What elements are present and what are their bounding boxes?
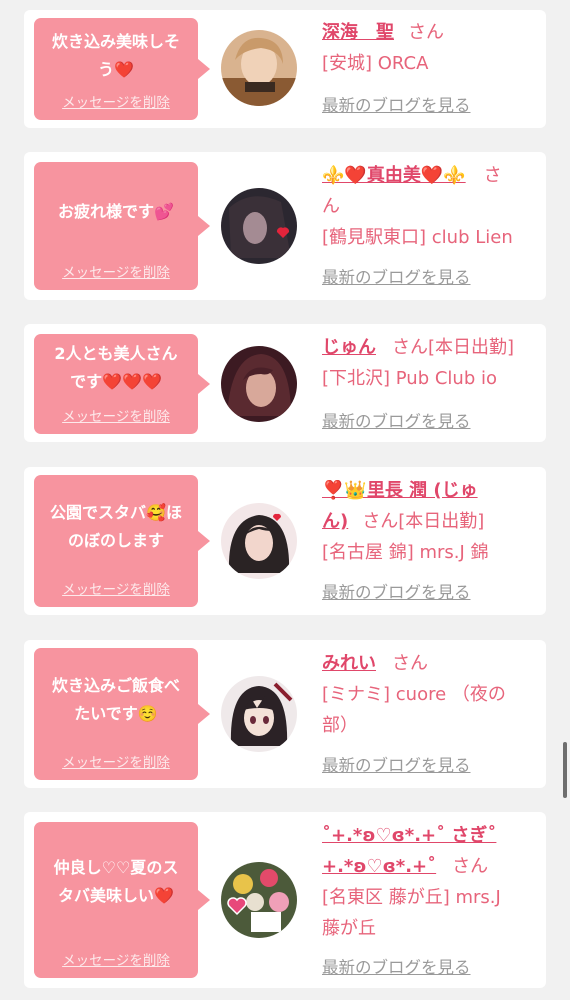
shop-line: [鶴見駅東口] club Lien bbox=[322, 227, 513, 248]
message-card: 2人とも美人さん です❤️❤️❤️ メッセージを削除 じゅん さん[本日出勤] [… bbox=[24, 324, 546, 442]
avatar-photo-icon bbox=[221, 188, 297, 264]
avatar[interactable] bbox=[221, 188, 297, 264]
avatar-photo-icon bbox=[221, 30, 297, 106]
cast-name-cont[interactable]: ん) bbox=[322, 511, 348, 532]
cast-info: じゅん さん[本日出勤] [下北沢] Pub Club io bbox=[322, 332, 537, 394]
message-text-line: タバ美味しい❤️ bbox=[58, 886, 174, 905]
shop-line-cont: 部） bbox=[322, 715, 358, 736]
message-text-line: 仲良し♡♡夏のス bbox=[53, 858, 179, 877]
avatar-photo-icon bbox=[221, 346, 297, 422]
message-text-line: 炊き込みご飯食べ bbox=[51, 676, 180, 695]
cast-name[interactable]: ❣️👑里長 潤 (じゅ bbox=[322, 480, 478, 501]
cast-info: ⚜️❤️真由美❤️⚜️ さ ん [鶴見駅東口] club Lien bbox=[322, 160, 537, 253]
message-text-line: お疲れ様です💕 bbox=[58, 202, 174, 221]
message-card: お疲れ様です💕 メッセージを削除 ⚜️❤️真由美❤️⚜️ さ ん [鶴見駅東口] … bbox=[24, 152, 546, 300]
avatar[interactable] bbox=[221, 346, 297, 422]
shop-line: [名東区 藤が丘] mrs.J bbox=[322, 887, 501, 908]
message-text-line: 公園でスタバ🥰ほ bbox=[50, 503, 182, 522]
message-text-line: う❤️ bbox=[98, 60, 134, 79]
honorific: さん bbox=[392, 653, 428, 674]
view-blog-link[interactable]: 最新のブログを見る bbox=[322, 264, 471, 288]
honorific: さん[本日出勤] bbox=[362, 511, 485, 532]
honorific: さん bbox=[408, 22, 444, 43]
message-card: 炊き込みご飯食べ たいです☺️ メッセージを削除 みれい さん [ミナミ] cuo… bbox=[24, 640, 546, 788]
cast-name[interactable]: みれい bbox=[322, 653, 376, 674]
avatar-flowers-icon bbox=[221, 862, 297, 938]
view-blog-link[interactable]: 最新のブログを見る bbox=[322, 752, 471, 776]
message-card: 炊き込み美味しそ う❤️ メッセージを削除 深海 聖さん [安城] ORCA 最… bbox=[24, 10, 546, 128]
shop-line: [安城] ORCA bbox=[322, 53, 429, 74]
message-text-line: 炊き込み美味しそ bbox=[51, 32, 180, 51]
cast-name[interactable]: ˚+.*ʚ♡ɞ*.+˚ さぎ˚ bbox=[322, 825, 496, 846]
message-card: 公園でスタバ🥰ほ のぼのします メッセージを削除 ❣️👑里長 潤 (じゅ ん) さ… bbox=[24, 467, 546, 615]
delete-message-link[interactable]: メッセージを削除 bbox=[34, 405, 198, 425]
cast-name[interactable]: 深海 聖 bbox=[322, 22, 394, 43]
message-bubble: 2人とも美人さん です❤️❤️❤️ メッセージを削除 bbox=[34, 334, 210, 434]
shop-line: [下北沢] Pub Club io bbox=[322, 368, 497, 389]
cast-info: みれい さん [ミナミ] cuore （夜の 部） bbox=[322, 648, 537, 741]
avatar[interactable] bbox=[221, 30, 297, 106]
message-text-line: です❤️❤️❤️ bbox=[70, 372, 162, 391]
avatar-photo-icon bbox=[221, 503, 297, 579]
avatar-anime-icon bbox=[221, 676, 297, 752]
shop-line-cont: 藤が丘 bbox=[322, 918, 376, 939]
message-text-line: たいです☺️ bbox=[74, 704, 158, 723]
message-bubble: 仲良し♡♡夏のス タバ美味しい❤️ メッセージを削除 bbox=[34, 822, 210, 978]
shop-line: [ミナミ] cuore （夜の bbox=[322, 684, 506, 705]
avatar[interactable] bbox=[221, 503, 297, 579]
delete-message-link[interactable]: メッセージを削除 bbox=[34, 261, 198, 281]
message-text-line: 2人とも美人さん bbox=[54, 344, 178, 363]
honorific: さん[本日出勤] bbox=[392, 337, 515, 358]
delete-message-link[interactable]: メッセージを削除 bbox=[34, 949, 198, 969]
scrollbar[interactable] bbox=[563, 742, 567, 798]
message-bubble: お疲れ様です💕 メッセージを削除 bbox=[34, 162, 210, 290]
cast-info: 深海 聖さん [安城] ORCA bbox=[322, 17, 537, 79]
message-bubble: 炊き込みご飯食べ たいです☺️ メッセージを削除 bbox=[34, 648, 210, 780]
cast-info: ˚+.*ʚ♡ɞ*.+˚ さぎ˚ +.*ʚ♡ɞ*.+˚ さん [名東区 藤が丘] m… bbox=[322, 820, 537, 944]
delete-message-link[interactable]: メッセージを削除 bbox=[34, 578, 198, 598]
delete-message-link[interactable]: メッセージを削除 bbox=[34, 91, 198, 111]
cast-name-cont[interactable]: +.*ʚ♡ɞ*.+˚ bbox=[322, 856, 436, 877]
avatar[interactable] bbox=[221, 676, 297, 752]
message-bubble: 炊き込み美味しそ う❤️ メッセージを削除 bbox=[34, 18, 210, 120]
message-text-line: のぼのします bbox=[67, 531, 164, 550]
view-blog-link[interactable]: 最新のブログを見る bbox=[322, 954, 471, 978]
avatar[interactable] bbox=[221, 862, 297, 938]
cast-name[interactable]: ⚜️❤️真由美❤️⚜️ bbox=[322, 165, 466, 186]
honorific: さん bbox=[452, 856, 489, 877]
view-blog-link[interactable]: 最新のブログを見る bbox=[322, 92, 471, 116]
shop-line: [名古屋 錦] mrs.J 錦 bbox=[322, 542, 489, 563]
message-card: 仲良し♡♡夏のス タバ美味しい❤️ メッセージを削除 ˚+.*ʚ♡ɞ*.+˚ さ… bbox=[24, 812, 546, 988]
view-blog-link[interactable]: 最新のブログを見る bbox=[322, 408, 471, 432]
cast-info: ❣️👑里長 潤 (じゅ ん) さん[本日出勤] [名古屋 錦] mrs.J 錦 bbox=[322, 475, 537, 568]
cast-name[interactable]: じゅん bbox=[322, 337, 376, 358]
delete-message-link[interactable]: メッセージを削除 bbox=[34, 751, 198, 771]
message-bubble: 公園でスタバ🥰ほ のぼのします メッセージを削除 bbox=[34, 475, 210, 607]
view-blog-link[interactable]: 最新のブログを見る bbox=[322, 579, 471, 603]
